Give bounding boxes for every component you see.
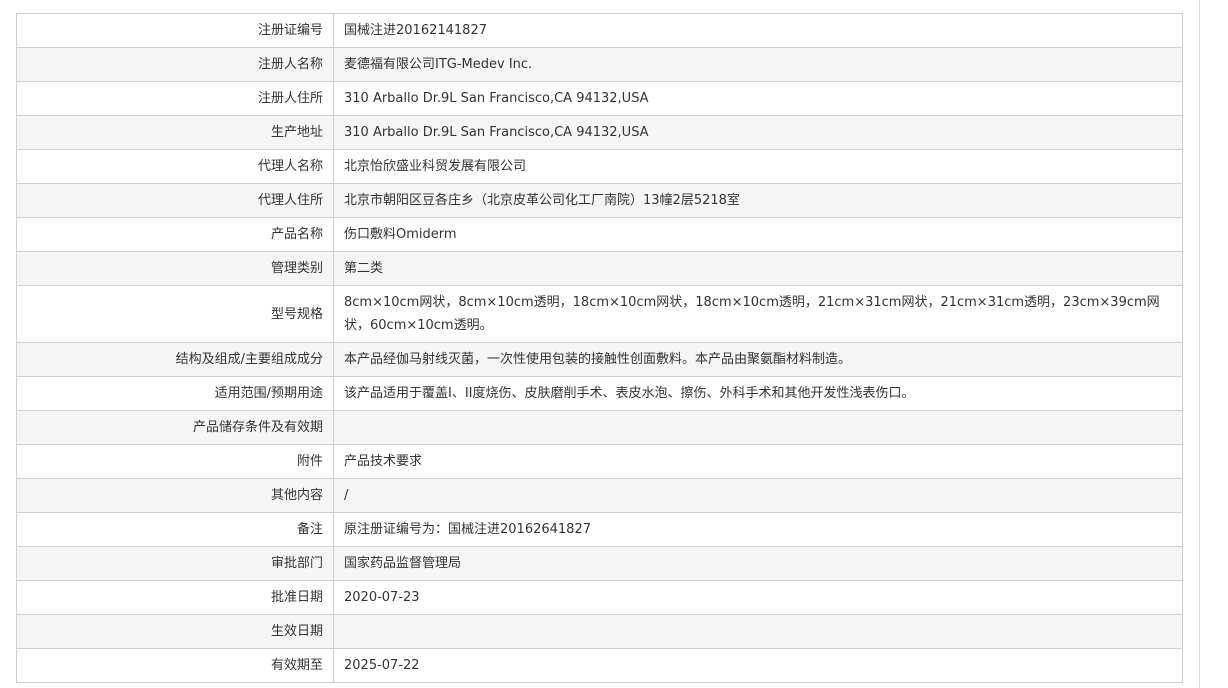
valid-until-label: 有效期至 — [16, 648, 334, 683]
remarks-label: 备注 — [16, 512, 334, 547]
table-row-model-specification: 型号规格 8cm×10cm网状，8cm×10cm透明，18cm×10cm网状，1… — [16, 285, 1183, 343]
page-scroll-edge — [1199, 0, 1200, 688]
table-row-valid-until: 有效期至 2025-07-22 — [16, 648, 1183, 683]
approval-department-value: 国家药品监督管理局 — [333, 546, 1183, 581]
remarks-value: 原注册证编号为：国械注进20162641827 — [333, 512, 1183, 547]
production-address-value: 310 Arballo Dr.9L San Francisco,CA 94132… — [333, 115, 1183, 150]
registrant-address-value: 310 Arballo Dr.9L San Francisco,CA 94132… — [333, 81, 1183, 116]
registrant-name-value: 麦德福有限公司ITG-Medev Inc. — [333, 47, 1183, 82]
table-row-registration-number: 注册证编号 国械注进20162141827 — [16, 13, 1183, 48]
composition-value: 本产品经伽马射线灭菌，一次性使用包装的接触性创面敷料。本产品由聚氨酯材料制造。 — [333, 342, 1183, 377]
registrant-name-label: 注册人名称 — [16, 47, 334, 82]
table-row-product-name: 产品名称 伤口敷料Omiderm — [16, 217, 1183, 252]
valid-until-value: 2025-07-22 — [333, 648, 1183, 683]
table-row-agent-address: 代理人住所 北京市朝阳区豆各庄乡（北京皮革公司化工厂南院）13幢2层5218室 — [16, 183, 1183, 218]
management-category-label: 管理类别 — [16, 251, 334, 286]
registration-info-table: 注册证编号 国械注进20162141827 注册人名称 麦德福有限公司ITG-M… — [16, 13, 1183, 683]
table-row-approval-date: 批准日期 2020-07-23 — [16, 580, 1183, 615]
table-row-management-category: 管理类别 第二类 — [16, 251, 1183, 286]
storage-validity-label: 产品储存条件及有效期 — [16, 410, 334, 445]
effective-date-label: 生效日期 — [16, 614, 334, 649]
table-row-production-address: 生产地址 310 Arballo Dr.9L San Francisco,CA … — [16, 115, 1183, 150]
table-row-approval-department: 审批部门 国家药品监督管理局 — [16, 546, 1183, 581]
production-address-label: 生产地址 — [16, 115, 334, 150]
registration-number-label: 注册证编号 — [16, 13, 334, 48]
effective-date-value — [333, 614, 1183, 649]
other-content-value: / — [333, 478, 1183, 513]
composition-label: 结构及组成/主要组成成分 — [16, 342, 334, 377]
agent-address-value: 北京市朝阳区豆各庄乡（北京皮革公司化工厂南院）13幢2层5218室 — [333, 183, 1183, 218]
table-row-registrant-name: 注册人名称 麦德福有限公司ITG-Medev Inc. — [16, 47, 1183, 82]
table-row-agent-name: 代理人名称 北京怡欣盛业科贸发展有限公司 — [16, 149, 1183, 184]
approval-department-label: 审批部门 — [16, 546, 334, 581]
table-row-intended-use: 适用范围/预期用途 该产品适用于覆盖I、II度烧伤、皮肤磨削手术、表皮水泡、擦伤… — [16, 376, 1183, 411]
intended-use-label: 适用范围/预期用途 — [16, 376, 334, 411]
agent-name-value: 北京怡欣盛业科贸发展有限公司 — [333, 149, 1183, 184]
product-name-label: 产品名称 — [16, 217, 334, 252]
registration-number-value: 国械注进20162141827 — [333, 13, 1183, 48]
table-row-attachment: 附件 产品技术要求 — [16, 444, 1183, 479]
table-row-registrant-address: 注册人住所 310 Arballo Dr.9L San Francisco,CA… — [16, 81, 1183, 116]
agent-address-label: 代理人住所 — [16, 183, 334, 218]
attachment-label: 附件 — [16, 444, 334, 479]
attachment-value: 产品技术要求 — [333, 444, 1183, 479]
table-row-effective-date: 生效日期 — [16, 614, 1183, 649]
table-row-composition: 结构及组成/主要组成成分 本产品经伽马射线灭菌，一次性使用包装的接触性创面敷料。… — [16, 342, 1183, 377]
table-row-remarks: 备注 原注册证编号为：国械注进20162641827 — [16, 512, 1183, 547]
storage-validity-value — [333, 410, 1183, 445]
registrant-address-label: 注册人住所 — [16, 81, 334, 116]
management-category-value: 第二类 — [333, 251, 1183, 286]
page: 注册证编号 国械注进20162141827 注册人名称 麦德福有限公司ITG-M… — [0, 0, 1228, 688]
model-specification-value: 8cm×10cm网状，8cm×10cm透明，18cm×10cm网状，18cm×1… — [333, 285, 1183, 343]
table-row-storage-validity: 产品储存条件及有效期 — [16, 410, 1183, 445]
approval-date-label: 批准日期 — [16, 580, 334, 615]
model-specification-label: 型号规格 — [16, 285, 334, 343]
other-content-label: 其他内容 — [16, 478, 334, 513]
product-name-value: 伤口敷料Omiderm — [333, 217, 1183, 252]
table-row-other-content: 其他内容 / — [16, 478, 1183, 513]
agent-name-label: 代理人名称 — [16, 149, 334, 184]
approval-date-value: 2020-07-23 — [333, 580, 1183, 615]
intended-use-value: 该产品适用于覆盖I、II度烧伤、皮肤磨削手术、表皮水泡、擦伤、外科手术和其他开发… — [333, 376, 1183, 411]
